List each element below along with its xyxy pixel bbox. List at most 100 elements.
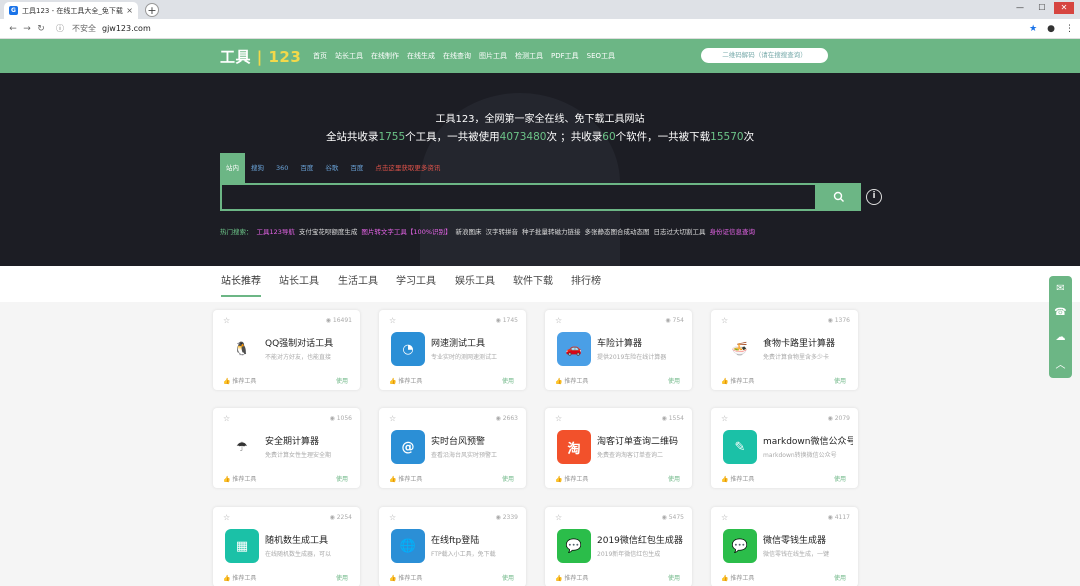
- favorite-star-icon[interactable]: ☆: [223, 316, 230, 325]
- favorite-star-icon[interactable]: ☆: [555, 414, 562, 423]
- forward-icon[interactable]: →: [20, 24, 34, 34]
- recommend-link[interactable]: 👍 推荐工具: [555, 376, 588, 385]
- tool-card[interactable]: ☆ ◉ 1554 淘淘客订单查询二维码 免费查询淘客订单查询二 👍 推荐工具 使用: [545, 408, 692, 488]
- favorite-star-icon[interactable]: ☆: [721, 513, 728, 522]
- site-logo[interactable]: 工具 | 123: [220, 46, 301, 67]
- search-tab[interactable]: 百度: [344, 153, 369, 183]
- top-nav-item[interactable]: 在线查询: [443, 51, 471, 61]
- tool-card[interactable]: ☆ ◉ 5475 💬 2019微信红包生成器 2019新年微信红包生成 👍 推荐工具 使用: [545, 507, 692, 586]
- recommend-link[interactable]: 👍 推荐工具: [389, 474, 422, 483]
- tool-name[interactable]: 实时台风预警: [431, 434, 521, 447]
- search-tab[interactable]: 搜狗: [245, 153, 270, 183]
- tool-name[interactable]: 2019微信红包生成器: [597, 533, 687, 546]
- use-button[interactable]: 使用: [834, 573, 846, 582]
- hot-search-link[interactable]: 种子批量转磁力链接: [522, 226, 581, 236]
- recommend-link[interactable]: 👍 推荐工具: [555, 573, 588, 582]
- reload-icon[interactable]: ↻: [34, 24, 48, 34]
- back-to-top-icon[interactable]: ︿: [1056, 356, 1066, 371]
- search-input[interactable]: [220, 183, 817, 211]
- customer-service-icon[interactable]: ☎: [1054, 307, 1066, 318]
- favorite-star-icon[interactable]: ☆: [389, 414, 396, 423]
- tool-card[interactable]: ☆ ◉ 2079 ✎ markdown微信公众号 markdown转换微信公众号 👍 推荐…: [711, 408, 858, 488]
- favorite-star-icon[interactable]: ☆: [223, 513, 230, 522]
- category-tab[interactable]: 排行榜: [571, 272, 601, 287]
- tool-name[interactable]: 随机数生成工具: [265, 533, 355, 546]
- use-button[interactable]: 使用: [668, 573, 680, 582]
- recommend-link[interactable]: 👍 推荐工具: [721, 474, 754, 483]
- info-icon[interactable]: ⓘ: [56, 23, 64, 34]
- hot-search-link[interactable]: 多张静态图合成动态图: [585, 226, 650, 236]
- search-button[interactable]: [817, 183, 861, 211]
- tool-card[interactable]: ☆ ◉ 16491 🐧 QQ强制对话工具 不能对方好友，也能直接 👍 推荐工具 使用: [213, 310, 360, 390]
- use-button[interactable]: 使用: [668, 474, 680, 483]
- hot-search-link[interactable]: 新浪图床: [456, 226, 482, 236]
- tool-card[interactable]: ☆ ◉ 1376 🍜 食物卡路里计算器 免费计算食物里含多少卡 👍 推荐工具 使用: [711, 310, 858, 390]
- hot-search-link[interactable]: 日志过大切割工具: [654, 226, 706, 236]
- category-tab[interactable]: 站长推荐: [221, 272, 261, 297]
- recommend-link[interactable]: 👍 推荐工具: [721, 573, 754, 582]
- recommend-link[interactable]: 👍 推荐工具: [721, 376, 754, 385]
- use-button[interactable]: 使用: [834, 376, 846, 385]
- recommend-link[interactable]: 👍 推荐工具: [223, 376, 256, 385]
- favorite-star-icon[interactable]: ☆: [389, 316, 396, 325]
- tool-card[interactable]: ☆ ◉ 1745 ◔ 网速测试工具 专业实时的测网速测试工 👍 推荐工具 使用: [379, 310, 526, 390]
- recommend-link[interactable]: 👍 推荐工具: [223, 474, 256, 483]
- favorite-star-icon[interactable]: ☆: [721, 316, 728, 325]
- tool-name[interactable]: markdown微信公众号: [763, 434, 853, 447]
- top-nav-item[interactable]: PDF工具: [551, 51, 579, 61]
- cloud-icon[interactable]: ☁: [1056, 332, 1066, 343]
- search-tab[interactable]: 站内: [220, 153, 245, 183]
- use-button[interactable]: 使用: [336, 474, 348, 483]
- use-button[interactable]: 使用: [502, 474, 514, 483]
- minimize-icon[interactable]: —: [1010, 2, 1030, 14]
- top-nav-item[interactable]: SEO工具: [587, 51, 615, 61]
- category-tab[interactable]: 生活工具: [338, 272, 378, 287]
- qr-decode-button[interactable]: 二维码解码（请在搜搜查询）: [701, 48, 828, 63]
- search-promo-link[interactable]: 点击这里获取更多资讯: [369, 153, 446, 183]
- favorite-star-icon[interactable]: ☆: [223, 414, 230, 423]
- close-window-icon[interactable]: ✕: [1054, 2, 1074, 14]
- use-button[interactable]: 使用: [668, 376, 680, 385]
- hot-search-link[interactable]: 图片转文字工具【100%识别】: [361, 226, 451, 236]
- category-tab[interactable]: 娱乐工具: [455, 272, 495, 287]
- tool-name[interactable]: 在线ftp登陆: [431, 533, 521, 546]
- profile-icon[interactable]: ●: [1047, 24, 1055, 34]
- category-tab[interactable]: 站长工具: [279, 272, 319, 287]
- search-tab[interactable]: 谷歌: [319, 153, 344, 183]
- favorite-star-icon[interactable]: ☆: [721, 414, 728, 423]
- back-icon[interactable]: ←: [6, 24, 20, 34]
- new-tab-button[interactable]: +: [145, 3, 159, 17]
- tool-name[interactable]: QQ强制对话工具: [265, 336, 355, 349]
- recommend-link[interactable]: 👍 推荐工具: [389, 573, 422, 582]
- tool-card[interactable]: ☆ ◉ 1056 ☂ 安全期计算器 免费计算女性生理安全期 👍 推荐工具 使用: [213, 408, 360, 488]
- use-button[interactable]: 使用: [336, 376, 348, 385]
- hot-search-link[interactable]: 支付宝花呗额度生成: [299, 226, 358, 236]
- recommend-link[interactable]: 👍 推荐工具: [223, 573, 256, 582]
- menu-dots-icon[interactable]: ⋮: [1065, 24, 1074, 34]
- use-button[interactable]: 使用: [502, 376, 514, 385]
- hot-search-link[interactable]: 工具123导航: [257, 226, 295, 236]
- tab-close-icon[interactable]: ×: [126, 6, 133, 15]
- use-button[interactable]: 使用: [834, 474, 846, 483]
- tool-name[interactable]: 安全期计算器: [265, 434, 355, 447]
- favorite-star-icon[interactable]: ☆: [555, 513, 562, 522]
- tool-card[interactable]: ☆ ◉ 4117 💬 微信零钱生成器 微信零钱在线生成，一键 👍 推荐工具 使用: [711, 507, 858, 586]
- favorite-star-icon[interactable]: ☆: [389, 513, 396, 522]
- tool-name[interactable]: 车险计算器: [597, 336, 687, 349]
- top-nav-item[interactable]: 首页: [313, 51, 327, 61]
- wechat-icon[interactable]: ✉: [1056, 283, 1064, 294]
- top-nav-item[interactable]: 图片工具: [479, 51, 507, 61]
- browser-tab[interactable]: G 工具123 - 在线工具大全_免下载 ×: [4, 2, 138, 19]
- tool-name[interactable]: 微信零钱生成器: [763, 533, 853, 546]
- search-tab[interactable]: 百度: [294, 153, 319, 183]
- tool-name[interactable]: 网速测试工具: [431, 336, 521, 349]
- url-text[interactable]: gjw123.com: [102, 24, 151, 33]
- hot-search-link[interactable]: 汉字转拼音: [486, 226, 519, 236]
- top-nav-item[interactable]: 站长工具: [335, 51, 363, 61]
- tool-card[interactable]: ☆ ◉ 2254 ▦ 随机数生成工具 在线随机数生成器，可以 👍 推荐工具 使用: [213, 507, 360, 586]
- use-button[interactable]: 使用: [336, 573, 348, 582]
- tool-name[interactable]: 食物卡路里计算器: [763, 336, 853, 349]
- category-tab[interactable]: 软件下载: [513, 272, 553, 287]
- tool-card[interactable]: ☆ ◉ 754 🚗 车险计算器 提供2019车险在线计算器 👍 推荐工具 使用: [545, 310, 692, 390]
- favorite-star-icon[interactable]: ☆: [555, 316, 562, 325]
